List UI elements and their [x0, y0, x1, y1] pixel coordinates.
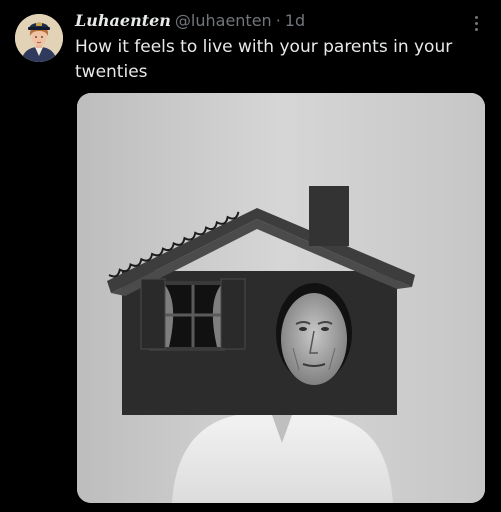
tweet-header: Luhaenten @luhaenten · 1d	[75, 11, 305, 33]
avatar-portrait	[15, 14, 63, 62]
more-vertical-icon[interactable]	[466, 12, 486, 34]
timestamp[interactable]: 1d	[285, 11, 305, 30]
user-handle[interactable]: @luhaenten	[175, 11, 272, 30]
tweet[interactable]: Luhaenten @luhaenten · 1d How it feels t…	[0, 0, 501, 512]
tweet-text: How it feels to live with your parents i…	[75, 37, 453, 82]
avatar[interactable]	[15, 14, 63, 62]
photo-man-with-house-head	[77, 93, 485, 503]
tweet-image[interactable]	[77, 93, 485, 503]
display-name[interactable]: Luhaenten	[75, 11, 171, 30]
separator-dot: ·	[275, 11, 281, 30]
